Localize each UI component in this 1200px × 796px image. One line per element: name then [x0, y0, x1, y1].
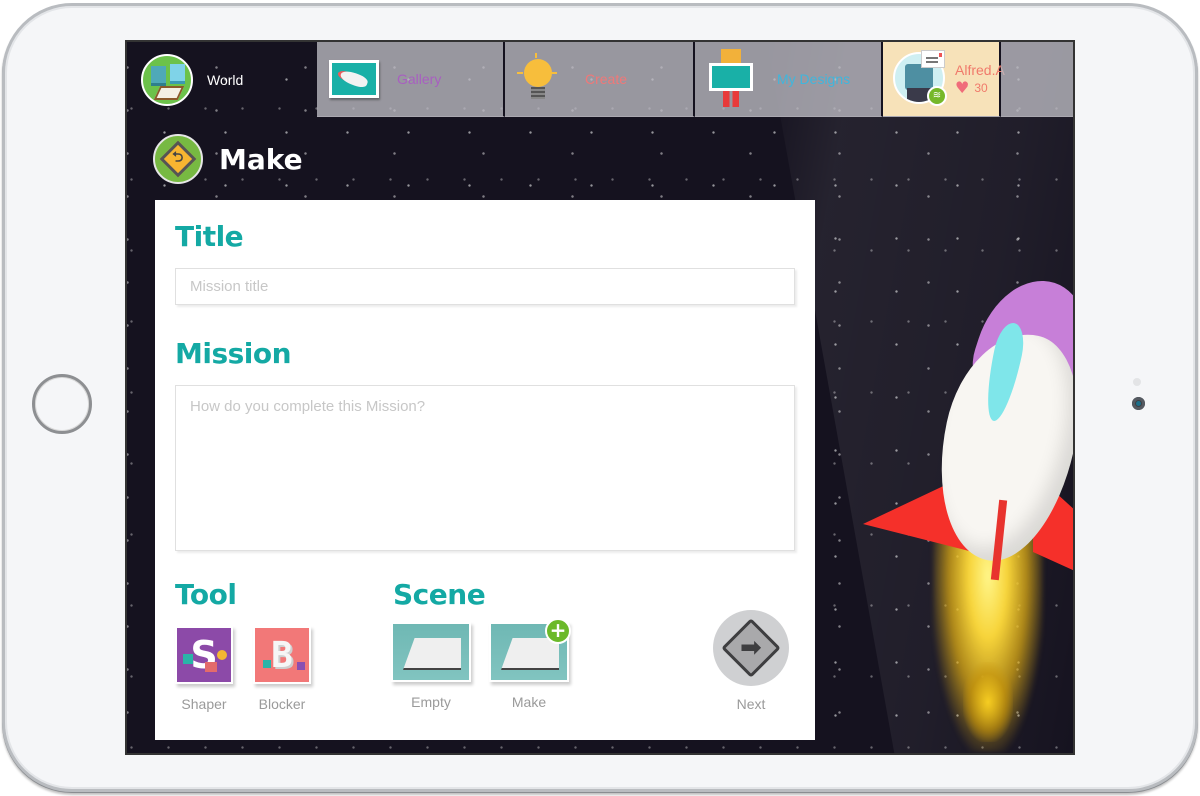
- rocket-3d-preview: [863, 265, 1073, 753]
- tool-blocker[interactable]: B Blocker: [253, 626, 311, 712]
- wifi-icon: ≋: [927, 86, 947, 106]
- tool-shaper[interactable]: S Shaper: [175, 626, 233, 712]
- username: Alfred.A: [955, 62, 1005, 78]
- mission-description-textarea[interactable]: [175, 385, 795, 551]
- scene-make[interactable]: + Make: [489, 618, 571, 710]
- page-header: ⮌ Make: [153, 134, 303, 184]
- tool-blocker-label: Blocker: [258, 696, 306, 712]
- nav-world[interactable]: World: [127, 42, 317, 117]
- next-label: Next: [736, 696, 766, 712]
- heart-icon: ♥: [955, 78, 970, 97]
- mission-heading: Mission: [175, 337, 292, 370]
- tool-heading: Tool: [175, 578, 237, 611]
- arrow-right-sign-icon: ➡: [721, 618, 781, 678]
- likes-count: 30: [974, 81, 988, 95]
- tab-gallery-label: Gallery: [397, 71, 442, 87]
- light-sensor: [1133, 378, 1141, 386]
- scene-empty[interactable]: Empty: [391, 622, 471, 710]
- nav-world-label: World: [207, 71, 244, 88]
- tab-my-designs[interactable]: My Designs: [695, 42, 883, 117]
- next-circle: ➡: [713, 610, 789, 686]
- blocker-tool-icon: B: [253, 626, 311, 684]
- tab-create-label: Create: [585, 71, 628, 87]
- tab-profile[interactable]: ≋ Alfred.A ♥ 30: [883, 42, 1005, 117]
- mission-form: Title Mission Tool S Shaper B Blocker Sc…: [155, 200, 815, 740]
- make-scene-icon: +: [489, 618, 571, 682]
- nav-empty-slot: [1001, 42, 1073, 117]
- tab-gallery[interactable]: Gallery: [317, 42, 505, 117]
- lightbulb-icon: [517, 53, 557, 105]
- scene-empty-label: Empty: [411, 694, 451, 710]
- scene-make-label: Make: [511, 694, 547, 710]
- world-map-icon: [141, 53, 193, 106]
- robot-designs-icon: [707, 49, 755, 109]
- avatar: ≋: [893, 50, 947, 106]
- tab-my-designs-label: My Designs: [777, 71, 851, 87]
- mission-title-input[interactable]: [175, 268, 795, 305]
- rocket-flame-trail: [963, 662, 1013, 742]
- top-nav: World Gallery Create My Designs ≋ Alfred…: [127, 42, 1073, 117]
- gallery-frame-icon: [329, 60, 379, 98]
- title-heading: Title: [175, 220, 244, 253]
- tab-create[interactable]: Create: [505, 42, 695, 117]
- mail-icon: [921, 50, 945, 68]
- back-button[interactable]: ⮌: [153, 134, 203, 184]
- front-camera: [1132, 397, 1145, 410]
- u-turn-sign-icon: ⮌: [159, 140, 197, 178]
- empty-scene-icon: [391, 622, 471, 682]
- home-button[interactable]: [32, 374, 92, 434]
- next-button[interactable]: ➡ Next: [713, 610, 789, 712]
- shaper-tool-icon: S: [175, 626, 233, 684]
- page-title: Make: [219, 142, 303, 176]
- plus-icon: +: [545, 618, 571, 644]
- tool-shaper-label: Shaper: [181, 696, 227, 712]
- app-screen: World Gallery Create My Designs ≋ Alfred…: [125, 40, 1075, 755]
- scene-heading: Scene: [393, 578, 486, 611]
